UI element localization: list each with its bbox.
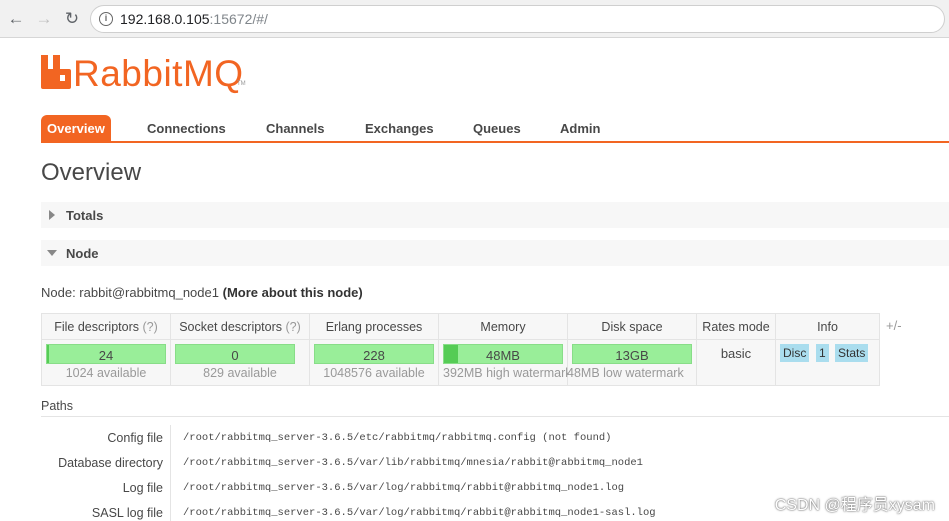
erlang-processes-value: 228 — [363, 348, 385, 363]
header-erlang-processes: Erlang processes — [309, 313, 439, 340]
tab-channels[interactable]: Channels — [260, 115, 331, 142]
tab-exchanges[interactable]: Exchanges — [359, 115, 440, 142]
path-divider — [170, 450, 171, 475]
path-value: /root/rabbitmq_server-3.6.5/var/log/rabb… — [183, 482, 625, 494]
disk-space-value: 13GB — [615, 348, 649, 363]
header-info: Info — [775, 313, 880, 340]
socket-descriptors-available: 829 available — [203, 366, 277, 380]
path-label: Config file — [107, 431, 163, 445]
cell-erlang-processes: 228 1048576 available — [309, 339, 439, 386]
path-row-config: Config file /root/rabbitmq_server-3.6.5/… — [41, 425, 949, 454]
tabs-underline — [41, 141, 949, 143]
path-label: Database directory — [58, 456, 163, 470]
info-icon[interactable]: i — [99, 12, 113, 26]
path-label: SASL log file — [91, 506, 163, 520]
header-socket-descriptors: Socket descriptors (?) — [170, 313, 310, 340]
rates-mode-value: basic — [720, 346, 752, 361]
header-file-descriptors: File descriptors (?) — [41, 313, 171, 340]
paths-divider — [41, 416, 949, 417]
header-memory: Memory — [438, 313, 568, 340]
header-disk-space: Disk space — [567, 313, 697, 340]
path-divider — [170, 425, 171, 450]
column-toggle-link[interactable]: +/- — [886, 318, 902, 333]
forward-arrow-icon[interactable]: → — [34, 9, 54, 29]
cell-disk-space: 13GB 48MB low watermark — [567, 339, 697, 386]
section-totals-label: Totals — [66, 208, 104, 223]
path-divider — [170, 475, 171, 500]
memory-high-watermark: 392MB high watermark — [443, 366, 572, 380]
disk-space-bar: 13GB — [572, 344, 692, 364]
tab-connections[interactable]: Connections — [141, 115, 232, 142]
back-arrow-icon[interactable]: ← — [6, 9, 26, 29]
tab-overview[interactable]: Overview — [41, 115, 111, 142]
path-row-database: Database directory /root/rabbitmq_server… — [41, 450, 949, 479]
disk-low-watermark: 48MB low watermark — [567, 366, 684, 380]
path-label: Log file — [122, 481, 163, 495]
erlang-processes-bar: 228 — [314, 344, 434, 364]
rabbit-logo-icon — [41, 55, 71, 89]
main-tabs: Overview Connections Channels Exchanges … — [0, 114, 949, 143]
header-label: Socket descriptors — [179, 319, 283, 334]
tab-queues[interactable]: Queues — [467, 115, 527, 142]
page-title: Overview — [41, 159, 142, 186]
cell-socket-descriptors: 0 829 available — [170, 339, 310, 386]
memory-bar: 48MB — [443, 344, 563, 364]
path-value: /root/rabbitmq_server-3.6.5/etc/rabbitmq… — [183, 432, 612, 444]
socket-descriptors-bar: 0 — [175, 344, 295, 364]
cell-memory: 48MB 392MB high watermark — [438, 339, 572, 386]
reload-icon[interactable]: ↻ — [62, 9, 82, 29]
cell-info: Disc 1 Stats — [775, 339, 880, 386]
address-bar[interactable]: i 192.168.0.105:15672/#/ — [90, 5, 945, 33]
file-descriptors-bar: 24 — [46, 344, 166, 364]
csdn-watermark: CSDN @程序员xysam — [774, 497, 935, 514]
logo-text: RabbitMQ — [73, 53, 244, 94]
cell-file-descriptors: 24 1024 available — [41, 339, 171, 386]
expand-arrow-icon — [49, 210, 55, 220]
info-badge-disc: Disc — [780, 344, 810, 362]
tab-admin[interactable]: Admin — [554, 115, 606, 142]
file-descriptors-value: 24 — [98, 348, 114, 363]
logo-trademark: TM — [237, 81, 246, 87]
section-totals[interactable]: Totals — [41, 202, 949, 228]
browser-toolbar: ← → ↻ i 192.168.0.105:15672/#/ — [0, 0, 949, 38]
path-divider — [170, 500, 171, 521]
socket-descriptors-value: 0 — [231, 348, 239, 363]
paths-title: Paths — [41, 399, 73, 413]
memory-value: 48MB — [486, 348, 520, 363]
header-label: File descriptors — [54, 319, 139, 334]
more-about-node-link[interactable]: (More about this node) — [223, 285, 363, 300]
header-rates-mode: Rates mode — [696, 313, 776, 340]
path-value: /root/rabbitmq_server-3.6.5/var/log/rabb… — [183, 507, 656, 519]
node-stats-table: File descriptors (?) Socket descriptors … — [41, 313, 880, 386]
erlang-processes-available: 1048576 available — [323, 366, 425, 380]
section-node-label: Node — [66, 246, 99, 261]
url-host: 192.168.0.105 — [120, 11, 210, 27]
node-prefix: Node: rabbit@rabbitmq_node1 — [41, 285, 219, 300]
info-badge-stats: Stats — [835, 344, 869, 362]
url-path: :15672/#/ — [209, 11, 268, 27]
section-node[interactable]: Node — [41, 240, 949, 266]
help-link[interactable]: (?) — [286, 320, 301, 334]
node-name: Node: rabbit@rabbitmq_node1 (More about … — [41, 285, 363, 300]
collapse-arrow-icon — [47, 250, 57, 256]
url-text[interactable]: 192.168.0.105:15672/#/ — [120, 11, 268, 27]
cell-rates-mode: basic — [696, 339, 776, 386]
help-link[interactable]: (?) — [142, 320, 157, 334]
info-badge-count: 1 — [816, 344, 829, 362]
path-value: /root/rabbitmq_server-3.6.5/var/lib/rabb… — [183, 457, 643, 469]
file-descriptors-available: 1024 available — [65, 366, 147, 380]
